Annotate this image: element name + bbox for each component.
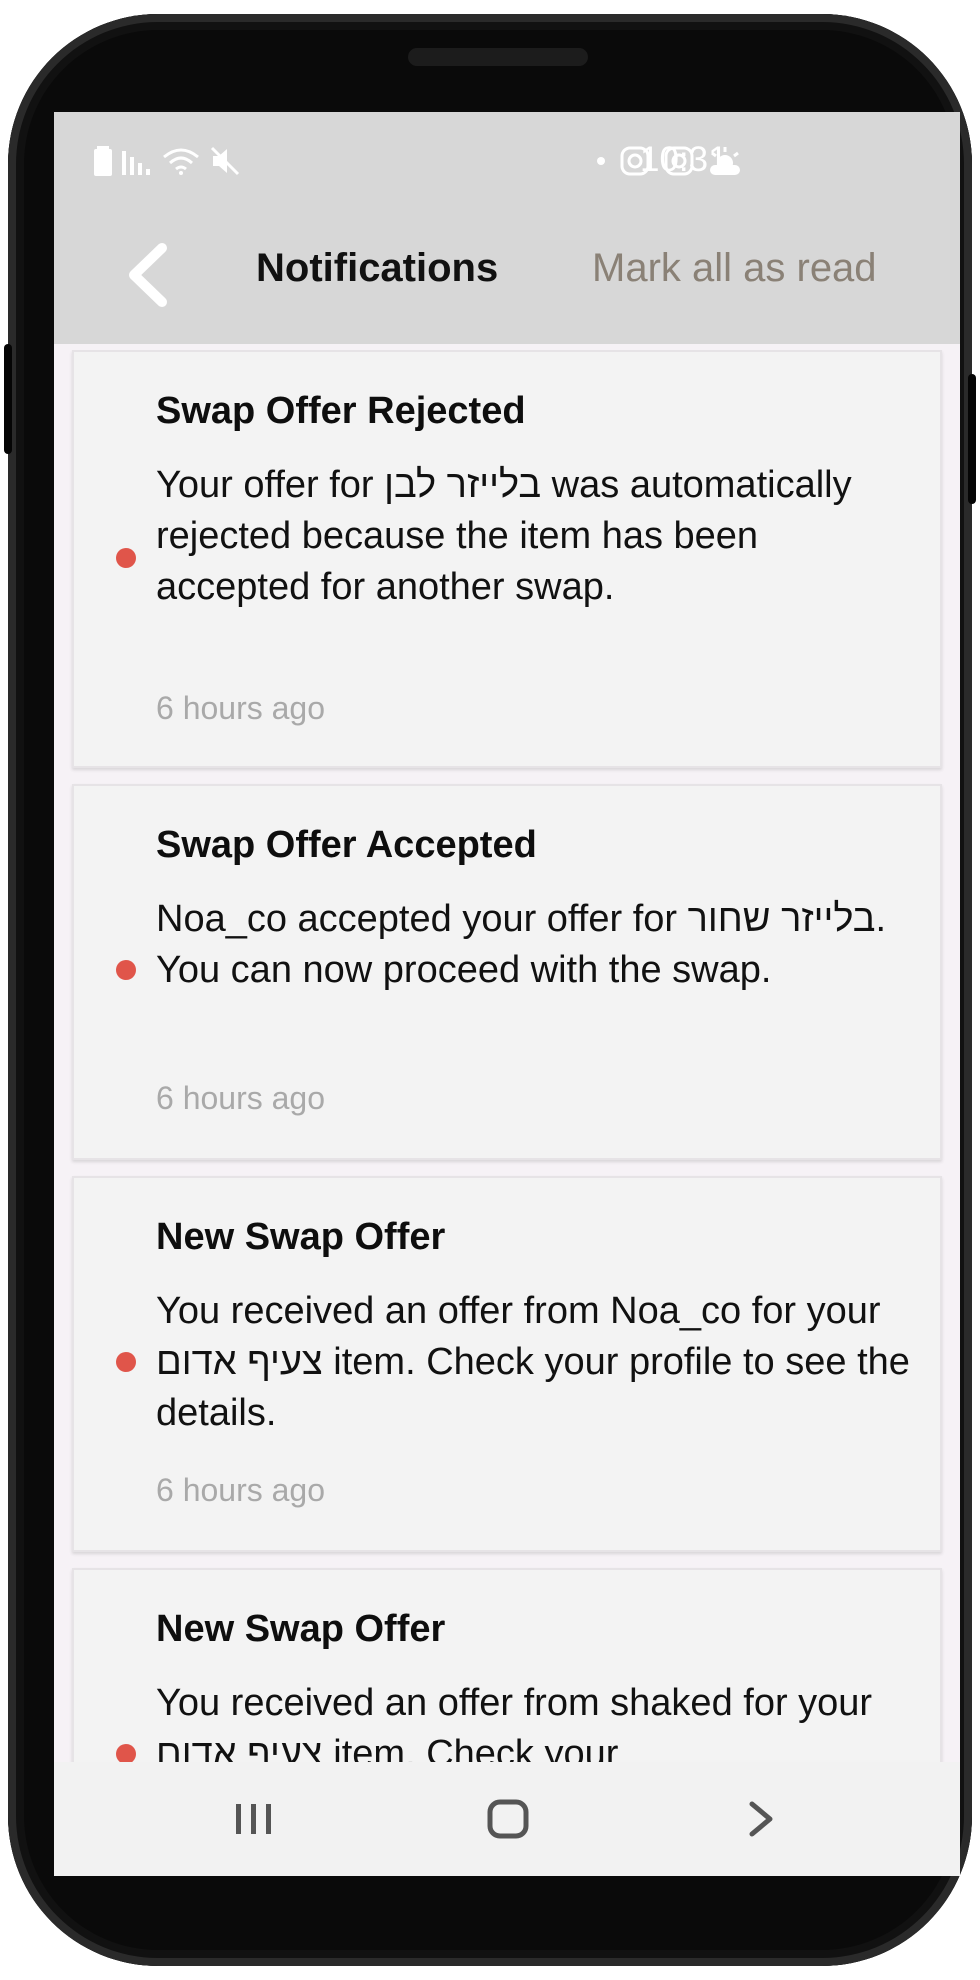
notification-body: Your offer for בלייזר לבן was automatica… — [156, 464, 852, 608]
notification-card[interactable]: New Swap Offer You received an offer fro… — [72, 1176, 942, 1552]
notification-card[interactable]: Swap Offer Accepted Noa_co accepted your… — [72, 784, 942, 1160]
app-bar: Notifications Mark all as read — [54, 212, 960, 344]
system-nav-bar — [54, 1762, 960, 1876]
unread-dot — [116, 548, 136, 568]
phone-frame: 10:31 Notifications Mark all as read Swa… — [4, 14, 976, 1966]
screen: 10:31 Notifications Mark all as read Swa… — [54, 112, 960, 1876]
back-nav-button[interactable] — [744, 1792, 778, 1851]
mark-all-read-button[interactable]: Mark all as read — [592, 246, 877, 291]
signal-icon — [122, 151, 150, 175]
notification-time: 6 hours ago — [156, 1080, 326, 1116]
notification-body: You received an offer from Noa_co for yo… — [156, 1290, 910, 1434]
notification-title: New Swap Offer — [156, 1608, 446, 1650]
home-icon — [487, 1799, 529, 1839]
speaker-grille — [408, 48, 588, 66]
mute-icon — [210, 146, 240, 176]
notification-card[interactable]: Swap Offer Rejected Your offer for בלייז… — [72, 350, 942, 768]
dot-icon — [597, 157, 605, 165]
notification-body: You received an offer from shaked for yo… — [156, 1682, 873, 1762]
notification-title: Swap Offer Rejected — [156, 390, 526, 432]
page-title: Notifications — [256, 246, 499, 290]
unread-dot — [116, 1744, 136, 1762]
chevron-right-icon — [749, 1801, 773, 1837]
notification-body: Noa_co accepted your offer for בלייזר שח… — [156, 898, 887, 991]
status-time: 10:31 — [640, 140, 728, 179]
unread-dot — [116, 1352, 136, 1372]
notification-time: 6 hours ago — [156, 1472, 326, 1508]
volume-button — [4, 344, 12, 454]
notification-title: New Swap Offer — [156, 1216, 446, 1258]
notification-list: Swap Offer Rejected Your offer for בלייז… — [54, 350, 960, 1762]
notification-title: Swap Offer Accepted — [156, 824, 537, 866]
power-button — [968, 374, 976, 504]
recent-apps-icon — [236, 1804, 271, 1834]
notification-card[interactable]: New Swap Offer You received an offer fro… — [72, 1568, 942, 1762]
unread-dot — [116, 960, 136, 980]
chevron-left-icon — [129, 243, 167, 307]
back-button[interactable] — [120, 240, 180, 310]
wifi-icon — [163, 148, 199, 175]
home-button[interactable] — [486, 1792, 530, 1851]
notification-time: 6 hours ago — [156, 690, 326, 726]
status-bar: 10:31 — [54, 112, 960, 212]
battery-icon — [94, 146, 112, 176]
recent-apps-button[interactable] — [234, 1792, 274, 1851]
